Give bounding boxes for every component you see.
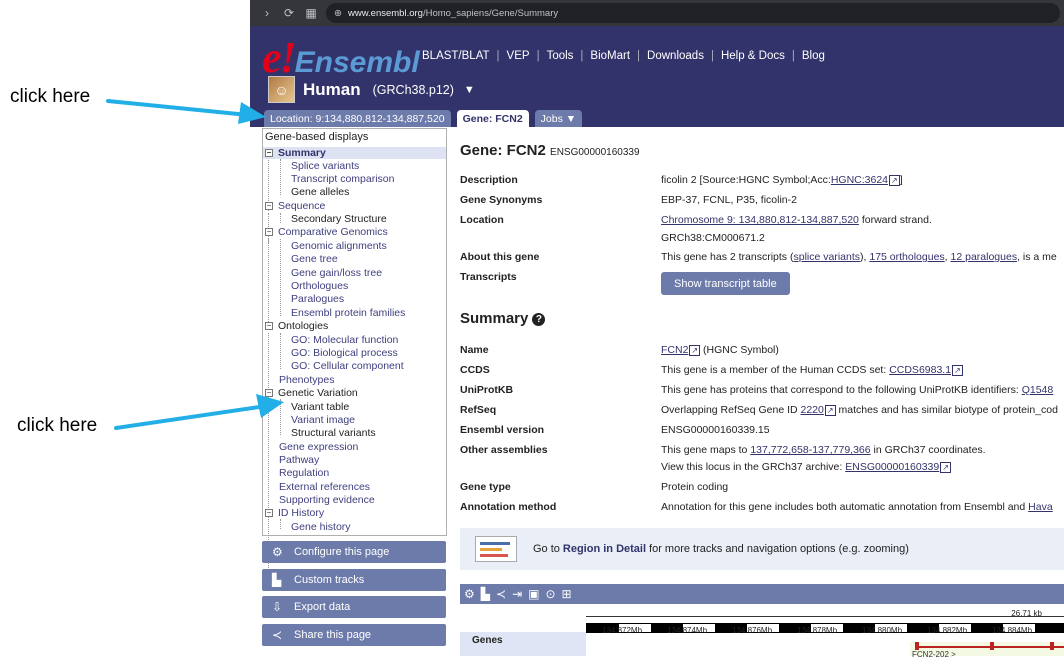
arrow-bottom-head	[256, 394, 284, 418]
arrow-top-head	[238, 102, 266, 124]
arrow-bottom-line	[114, 404, 268, 430]
arrow-top-line	[106, 99, 250, 117]
annotation-arrows	[106, 99, 284, 430]
